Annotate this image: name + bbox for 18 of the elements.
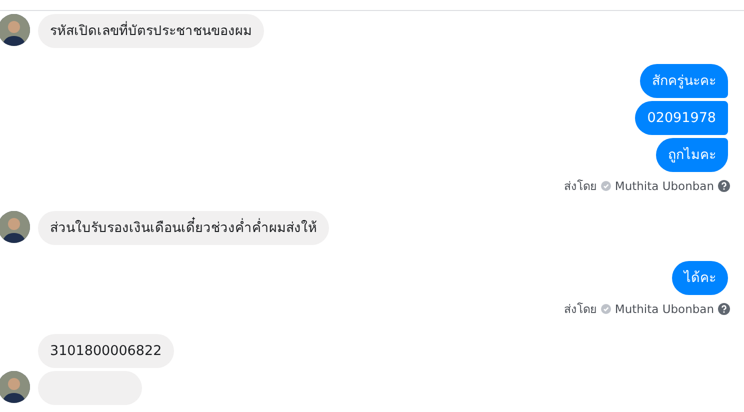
help-icon[interactable] xyxy=(718,180,730,192)
avatar-icon xyxy=(0,14,30,46)
sender-name[interactable]: Muthita Ubonban xyxy=(614,179,714,193)
message-bubble: รหัสเปิดเลขที่บัตรประชาชนของผม xyxy=(38,14,264,48)
check-icon xyxy=(600,304,611,314)
message-bubble: สักครู่นะคะ xyxy=(640,64,728,98)
help-icon[interactable] xyxy=(718,303,730,315)
message-bubble: ได้คะ xyxy=(672,261,728,295)
sent-by-label: ส่งโดย xyxy=(564,178,597,195)
avatar-icon xyxy=(0,211,30,243)
check-icon xyxy=(600,181,611,191)
message-bubble: 02091978 xyxy=(635,101,728,135)
message-bubble: ถูกไมคะ xyxy=(656,138,728,172)
message-bubble: ส่วนใบรับรองเงินเดือนเดี๋ยวช่วงค่ำค่ำผมส่งให้ xyxy=(38,211,329,245)
avatar-icon xyxy=(0,371,30,403)
message-bubble: 3101800006822 xyxy=(38,334,174,368)
sent-by-label: ส่งโดย xyxy=(564,301,597,318)
sender-name[interactable]: Muthita Ubonban xyxy=(614,302,714,316)
